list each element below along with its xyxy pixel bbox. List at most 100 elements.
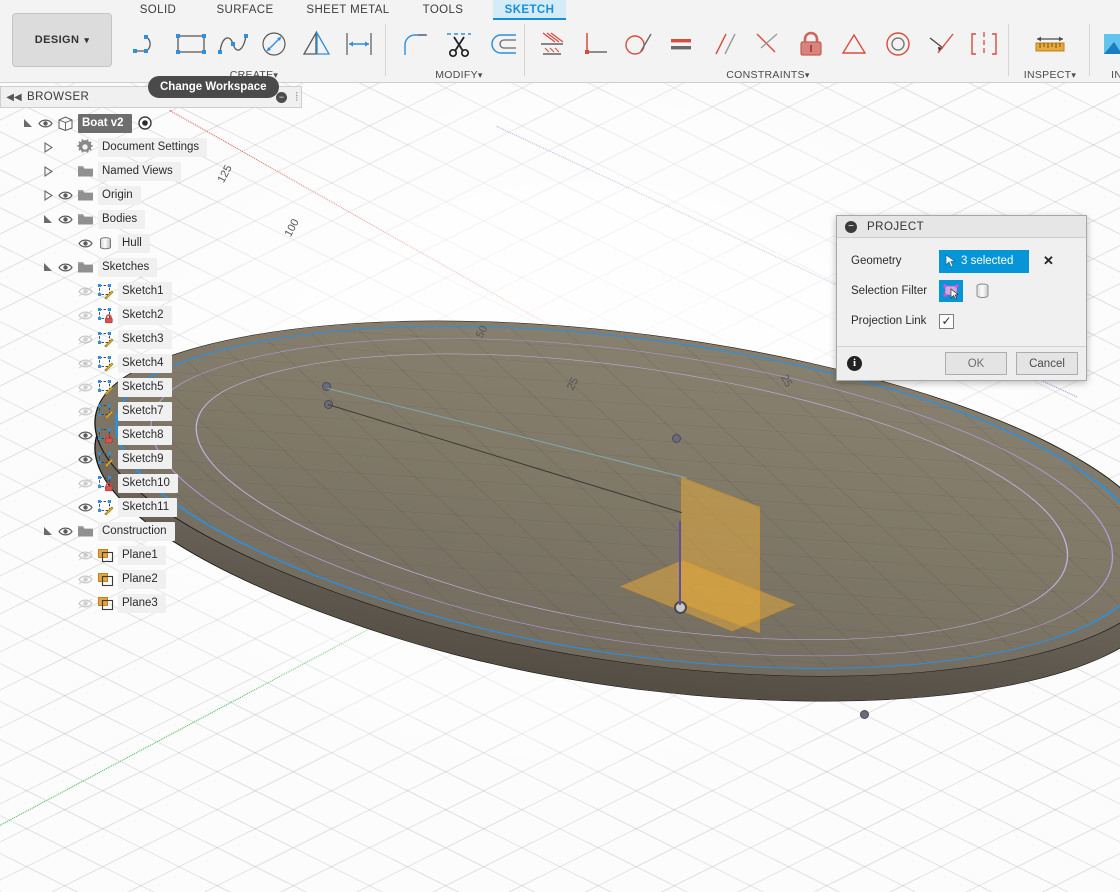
eye-visible-icon[interactable] — [75, 428, 95, 442]
expand-arrow-closed-icon[interactable] — [42, 165, 55, 178]
collapse-icon[interactable]: − — [845, 220, 857, 233]
tab-solid[interactable]: SOLID — [122, 0, 194, 20]
fillet-icon[interactable] — [394, 21, 437, 67]
tree-item-plane2[interactable]: Plane2 — [0, 567, 302, 591]
resize-grip-icon[interactable]: ⦙ — [296, 91, 298, 104]
sketch-locked-icon — [95, 307, 115, 324]
filter-sketch-geometry-icon[interactable] — [939, 280, 963, 302]
ok-button[interactable]: OK — [945, 352, 1007, 375]
clear-selection-icon[interactable]: ✕ — [1043, 253, 1054, 269]
eye-visible-icon[interactable] — [35, 116, 55, 130]
eye-hidden-icon[interactable] — [75, 308, 95, 322]
tree-item-origin[interactable]: Origin — [0, 183, 302, 207]
tree-item-plane3[interactable]: Plane3 — [0, 591, 302, 615]
tree-item-sketch1[interactable]: Sketch1 — [0, 279, 302, 303]
eye-hidden-icon[interactable] — [75, 284, 95, 298]
eye-visible-icon[interactable] — [55, 212, 75, 226]
active-component-radio[interactable] — [137, 116, 152, 130]
tab-tools[interactable]: TOOLS — [410, 0, 476, 20]
tree-item-hull[interactable]: Hull — [0, 231, 302, 255]
tree-item-sketch5[interactable]: Sketch5 — [0, 375, 302, 399]
collinear-icon[interactable] — [919, 21, 962, 67]
filter-body-icon[interactable] — [970, 280, 994, 302]
tree-item-sketches[interactable]: Sketches — [0, 255, 302, 279]
symmetry-icon[interactable] — [963, 21, 1006, 67]
expand-arrow-open-icon[interactable] — [42, 525, 55, 538]
eye-hidden-icon[interactable] — [75, 596, 95, 610]
expand-arrow-open-icon[interactable] — [42, 261, 55, 274]
eye-visible-icon[interactable] — [55, 260, 75, 274]
projection-link-checkbox[interactable]: ✓ — [939, 313, 954, 329]
expand-arrow-open-icon[interactable] — [42, 213, 55, 226]
eye-hidden-icon[interactable] — [75, 404, 95, 418]
offset-icon[interactable] — [481, 21, 524, 67]
eye-visible-icon[interactable] — [75, 236, 95, 250]
expand-arrow-open-icon[interactable] — [22, 117, 35, 130]
tree-item-named-views[interactable]: Named Views — [0, 159, 302, 183]
expand-arrow-closed-icon[interactable] — [42, 189, 55, 202]
parallel-icon[interactable] — [703, 21, 746, 67]
tree-item-plane1[interactable]: Plane1 — [0, 543, 302, 567]
projection-link-row: Projection Link ✓ — [837, 306, 1086, 336]
tree-item-sketch7[interactable]: Sketch7 — [0, 399, 302, 423]
eye-hidden-icon[interactable] — [75, 380, 95, 394]
expand-arrow-none — [62, 549, 75, 562]
tree-item-boat-v2[interactable]: Boat v2 — [0, 111, 302, 135]
eye-visible-icon[interactable] — [55, 188, 75, 202]
dimension-icon[interactable] — [338, 21, 380, 67]
eye-hidden-icon[interactable] — [75, 572, 95, 586]
sketch-point-c[interactable] — [860, 710, 869, 719]
tree-item-sketch3[interactable]: Sketch3 — [0, 327, 302, 351]
midpoint-icon[interactable] — [833, 21, 876, 67]
eye-hidden-icon[interactable] — [75, 356, 95, 370]
trim-scissors-icon[interactable] — [437, 21, 480, 67]
ribbon-group-inspect-label[interactable]: INSPECT▾ — [1013, 69, 1087, 81]
tree-item-bodies[interactable]: Bodies — [0, 207, 302, 231]
tree-item-sketch4[interactable]: Sketch4 — [0, 351, 302, 375]
mirror-icon[interactable] — [296, 21, 338, 67]
angle-icon[interactable] — [746, 21, 789, 67]
equal-icon[interactable] — [660, 21, 703, 67]
geometry-selection-button[interactable]: 3 selected — [939, 249, 1029, 273]
eye-visible-icon[interactable] — [75, 452, 95, 466]
fix-lock-icon[interactable] — [790, 21, 833, 67]
spline-icon[interactable] — [212, 21, 254, 67]
insert-image-icon[interactable] — [1094, 21, 1120, 67]
eye-hidden-icon[interactable] — [75, 332, 95, 346]
tab-sketch[interactable]: SKETCH — [493, 0, 566, 20]
tree-item-sketch2[interactable]: Sketch2 — [0, 303, 302, 327]
folder-icon — [75, 163, 95, 179]
rectangle-icon[interactable] — [170, 21, 212, 67]
tree-item-document-settings[interactable]: Document Settings — [0, 135, 302, 159]
project-dialog-header: − PROJECT — [837, 216, 1086, 238]
tree-item-sketch8[interactable]: Sketch8 — [0, 423, 302, 447]
sketch-point-d[interactable] — [672, 434, 681, 443]
sketch-locked-icon — [95, 427, 115, 444]
coincident-icon[interactable] — [530, 21, 573, 67]
ribbon-group-modify-label[interactable]: MODIFY▾ — [394, 69, 524, 81]
expand-arrow-closed-icon[interactable] — [42, 141, 55, 154]
ribbon-group-insert-label[interactable]: INSE — [1094, 69, 1120, 81]
tree-item-construction[interactable]: Construction — [0, 519, 302, 543]
minimize-icon[interactable]: − — [276, 91, 287, 103]
workspace-switcher-button[interactable]: DESIGN ▾ — [12, 13, 112, 67]
line-icon[interactable] — [128, 21, 170, 67]
ellipse-icon[interactable] — [254, 21, 296, 67]
info-icon[interactable]: i — [847, 356, 862, 371]
perpendicular-icon[interactable] — [573, 21, 616, 67]
concentric-icon[interactable] — [876, 21, 919, 67]
cancel-button[interactable]: Cancel — [1016, 352, 1078, 375]
tree-item-sketch9[interactable]: Sketch9 — [0, 447, 302, 471]
tab-surface[interactable]: SURFACE — [204, 0, 286, 20]
tangent-icon[interactable] — [617, 21, 660, 67]
ribbon-group-constraints-label[interactable]: CONSTRAINTS▾ — [530, 69, 1006, 81]
collapse-left-icon[interactable]: ◀◀ — [1, 92, 27, 103]
tree-item-sketch10[interactable]: Sketch10 — [0, 471, 302, 495]
eye-visible-icon[interactable] — [75, 500, 95, 514]
eye-hidden-icon[interactable] — [75, 548, 95, 562]
measure-ruler-icon[interactable] — [1027, 21, 1073, 67]
tree-item-sketch11[interactable]: Sketch11 — [0, 495, 302, 519]
eye-hidden-icon[interactable] — [75, 476, 95, 490]
tab-sheet-metal[interactable]: SHEET METAL — [296, 0, 400, 20]
eye-visible-icon[interactable] — [55, 524, 75, 538]
